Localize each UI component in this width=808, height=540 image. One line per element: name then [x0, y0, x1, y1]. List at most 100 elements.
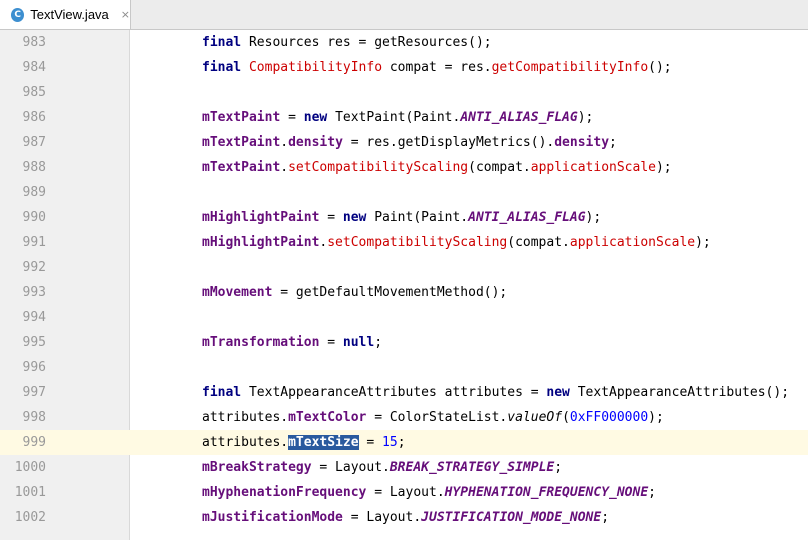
code-token: new — [342, 210, 367, 225]
editor-tab-bar: C TextView.java × — [0, 0, 808, 30]
code-token: new — [546, 385, 570, 400]
code-token: = Layout. — [366, 485, 445, 500]
code-text[interactable]: final CompatibilityInfo compat = res.get… — [202, 55, 672, 80]
code-token: ); — [655, 160, 672, 175]
code-line[interactable]: 984 final CompatibilityInfo compat = res.… — [0, 55, 808, 80]
code-token: (compat. — [507, 235, 570, 250]
line-number: 988 — [22, 160, 46, 175]
close-icon[interactable]: × — [121, 8, 130, 21]
code-line[interactable]: 993 mMovement = getDefaultMovementMethod(… — [0, 280, 808, 305]
code-line[interactable]: 989 — [0, 180, 808, 205]
code-token: compat = res. — [382, 60, 492, 75]
line-number: 995 — [22, 335, 46, 350]
code-text[interactable]: final TextAppearanceAttributes attribute… — [202, 380, 789, 405]
code-token: ); — [695, 235, 711, 250]
code-token: mBreakStrategy — [202, 460, 312, 475]
code-token: CompatibilityInfo — [248, 60, 383, 75]
code-token: ANTI_ALIAS_FLAG — [460, 110, 578, 125]
code-token: mTextPaint — [202, 110, 281, 125]
code-text[interactable]: attributes.mTextColor = ColorStateList.v… — [202, 405, 664, 430]
code-text[interactable]: mTextPaint.setCompatibilityScaling(compa… — [202, 155, 672, 180]
code-token: mTextPaint — [202, 160, 281, 175]
code-token: mHyphenationFrequency — [202, 485, 367, 500]
code-token: . — [280, 160, 289, 175]
code-text[interactable]: mMovement = getDefaultMovementMethod(); — [202, 280, 507, 305]
code-line[interactable]: 983 final Resources res = getResources(); — [0, 30, 808, 55]
code-text[interactable]: mHighlightPaint.setCompatibilityScaling(… — [202, 230, 711, 255]
line-number: 998 — [22, 410, 46, 425]
code-editor[interactable]: 983 final Resources res = getResources();… — [0, 30, 808, 540]
code-text[interactable]: mHyphenationFrequency = Layout.HYPHENATI… — [202, 480, 656, 505]
code-token: new — [303, 110, 328, 125]
code-token: = getDefaultMovementMethod(); — [272, 285, 508, 300]
code-line[interactable]: 990 mHighlightPaint = new Paint(Paint.ANT… — [0, 205, 808, 230]
code-line[interactable]: 987 mTextPaint.density = res.getDisplayMe… — [0, 130, 808, 155]
code-token: final — [202, 385, 242, 400]
code-token: applicationScale — [530, 160, 656, 175]
line-number: 997 — [22, 385, 46, 400]
code-text[interactable]: mJustificationMode = Layout.JUSTIFICATIO… — [202, 505, 609, 530]
code-token: HYPHENATION_FREQUENCY_NONE — [444, 485, 649, 500]
code-line[interactable]: 986 mTextPaint = new TextPaint(Paint.ANTI… — [0, 105, 808, 130]
code-token: mMovement — [202, 285, 273, 300]
line-number: 985 — [22, 85, 46, 100]
code-token: setCompatibilityScaling — [288, 160, 469, 175]
code-text[interactable]: mTransformation = null; — [202, 330, 382, 355]
code-text[interactable]: attributes.mTextSize = 15; — [202, 430, 406, 455]
code-line[interactable]: 1000 mBreakStrategy = Layout.BREAK_STRATE… — [0, 455, 808, 480]
line-number: 986 — [22, 110, 46, 125]
code-line[interactable]: 1002 mJustificationMode = Layout.JUSTIFIC… — [0, 505, 808, 530]
code-line[interactable]: 995 mTransformation = null; — [0, 330, 808, 355]
code-line[interactable]: 991 mHighlightPaint.setCompatibilityScali… — [0, 230, 808, 255]
code-token: = res.getDisplayMetrics(). — [342, 135, 555, 150]
code-token: (compat. — [468, 160, 531, 175]
code-token: attributes. — [202, 435, 289, 450]
code-token: Paint(Paint. — [366, 210, 469, 225]
line-number: 1000 — [14, 460, 46, 475]
code-token: = — [280, 110, 304, 125]
code-text[interactable]: mHighlightPaint = new Paint(Paint.ANTI_A… — [202, 205, 601, 230]
selected-token: mTextSize — [288, 435, 359, 450]
code-token: density — [554, 135, 610, 150]
code-token: final — [202, 35, 242, 50]
code-token: ; — [609, 135, 617, 150]
code-line[interactable]: 992 — [0, 255, 808, 280]
tab-textview-java[interactable]: C TextView.java × — [0, 0, 131, 29]
code-token: = Layout. — [311, 460, 390, 475]
code-token: = — [358, 435, 383, 450]
line-number: 999 — [0, 430, 46, 455]
code-token: JUSTIFICATION_MODE_NONE — [421, 510, 602, 525]
line-number: 1002 — [14, 510, 46, 525]
code-token: mTextPaint — [202, 135, 281, 150]
code-token: valueOf — [507, 410, 563, 425]
code-token: mTextColor — [288, 410, 367, 425]
code-line[interactable]: 994 — [0, 305, 808, 330]
code-text[interactable]: mTextPaint.density = res.getDisplayMetri… — [202, 130, 617, 155]
code-line[interactable]: 996 — [0, 355, 808, 380]
code-token: ANTI_ALIAS_FLAG — [468, 210, 586, 225]
code-line[interactable]: 999 attributes.mTextSize = 15; — [0, 430, 808, 455]
line-number: 990 — [22, 210, 46, 225]
code-text[interactable]: mTextPaint = new TextPaint(Paint.ANTI_AL… — [202, 105, 593, 130]
code-token: ); — [585, 210, 602, 225]
code-line[interactable]: 998 attributes.mTextColor = ColorStateLis… — [0, 405, 808, 430]
code-line[interactable]: 988 mTextPaint.setCompatibilityScaling(co… — [0, 155, 808, 180]
line-number: 994 — [22, 310, 46, 325]
line-number: 984 — [22, 60, 46, 75]
code-lines: 983 final Resources res = getResources();… — [0, 30, 808, 530]
code-text[interactable]: final Resources res = getResources(); — [202, 30, 492, 55]
line-number: 1001 — [14, 485, 46, 500]
code-token: 0xFF000000 — [569, 410, 649, 425]
code-line[interactable]: 997 final TextAppearanceAttributes attrib… — [0, 380, 808, 405]
code-token: TextPaint(Paint. — [327, 110, 461, 125]
line-number: 992 — [22, 260, 46, 275]
code-token: ( — [562, 410, 570, 425]
code-token: ; — [374, 335, 383, 350]
code-token: (); — [648, 60, 672, 75]
line-number: 991 — [22, 235, 46, 250]
code-text[interactable]: mBreakStrategy = Layout.BREAK_STRATEGY_S… — [202, 455, 562, 480]
code-token: BREAK_STRATEGY_SIMPLE — [389, 460, 555, 475]
code-line[interactable]: 1001 mHyphenationFrequency = Layout.HYPHE… — [0, 480, 808, 505]
code-line[interactable]: 985 — [0, 80, 808, 105]
